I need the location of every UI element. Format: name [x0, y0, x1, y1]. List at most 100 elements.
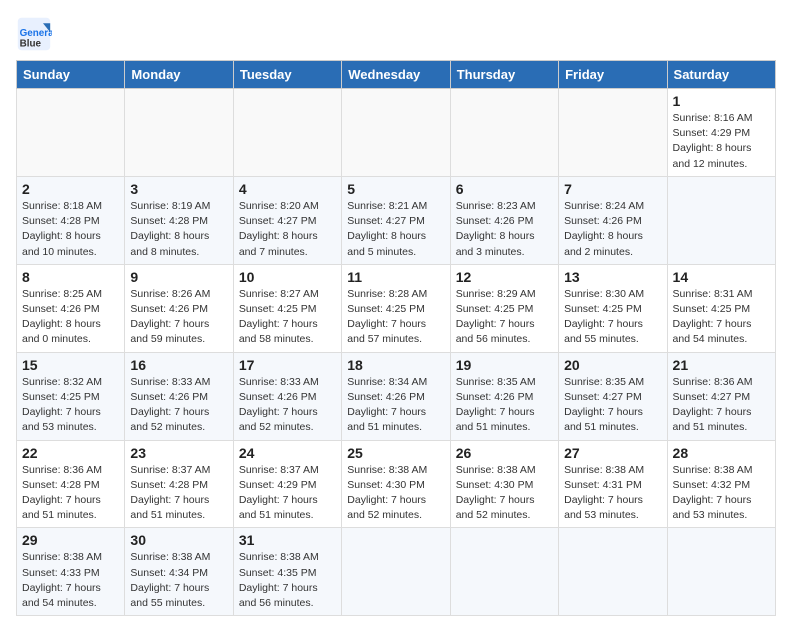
day-info: Sunrise: 8:32 AMSunset: 4:25 PMDaylight:…: [22, 375, 119, 436]
day-number: 7: [564, 181, 661, 197]
day-number: 1: [673, 93, 770, 109]
calendar-cell: 16Sunrise: 8:33 AMSunset: 4:26 PMDayligh…: [125, 352, 233, 440]
calendar-cell: 17 Sunrise: 8:33 AMSunset: 4:26 PMDayligh…: [233, 352, 341, 440]
day-info: Sunrise: 8:35 AMSunset: 4:27 PMDaylight:…: [564, 375, 661, 436]
logo-icon: General Blue: [16, 16, 52, 52]
calendar-cell: 20 Sunrise: 8:35 AMSunset: 4:27 PMDayligh…: [559, 352, 667, 440]
day-info: Sunrise: 8:25 AMSunset: 4:26 PMDaylight:…: [22, 287, 119, 348]
day-number: 25: [347, 445, 444, 461]
week-row-2: 8 Sunrise: 8:25 AMSunset: 4:26 PMDaylight…: [17, 264, 776, 352]
calendar-cell: 9 Sunrise: 8:26 AMSunset: 4:26 PMDaylight…: [125, 264, 233, 352]
calendar-cell: 19 Sunrise: 8:35 AMSunset: 4:26 PMDayligh…: [450, 352, 558, 440]
day-info: Sunrise: 8:38 AMSunset: 4:30 PMDaylight:…: [456, 463, 553, 524]
calendar-cell: 28 Sunrise: 8:38 AMSunset: 4:32 PMDayligh…: [667, 440, 775, 528]
logo: General Blue: [16, 16, 56, 52]
calendar-cell: [559, 89, 667, 177]
day-info: Sunrise: 8:29 AMSunset: 4:25 PMDaylight:…: [456, 287, 553, 348]
day-number: 17: [239, 357, 336, 373]
svg-text:Blue: Blue: [20, 39, 42, 50]
day-info: Sunrise: 8:33 AMSunset: 4:26 PMDaylight:…: [239, 375, 336, 436]
day-info: Sunrise: 8:18 AMSunset: 4:28 PMDaylight:…: [22, 199, 119, 260]
calendar-body: 1 Sunrise: 8:16 AMSunset: 4:29 PMDaylight…: [17, 89, 776, 616]
calendar-cell: 11Sunrise: 8:28 AMSunset: 4:25 PMDayligh…: [342, 264, 450, 352]
week-row-1: 2 Sunrise: 8:18 AMSunset: 4:28 PMDaylight…: [17, 176, 776, 264]
day-info: Sunrise: 8:26 AMSunset: 4:26 PMDaylight:…: [130, 287, 227, 348]
day-number: 26: [456, 445, 553, 461]
calendar-cell: 2 Sunrise: 8:18 AMSunset: 4:28 PMDaylight…: [17, 176, 125, 264]
dow-header-saturday: Saturday: [667, 61, 775, 89]
day-info: Sunrise: 8:38 AMSunset: 4:31 PMDaylight:…: [564, 463, 661, 524]
week-row-0: 1 Sunrise: 8:16 AMSunset: 4:29 PMDaylight…: [17, 89, 776, 177]
day-info: Sunrise: 8:31 AMSunset: 4:25 PMDaylight:…: [673, 287, 770, 348]
calendar-cell: 29 Sunrise: 8:38 AMSunset: 4:33 PMDayligh…: [17, 528, 125, 616]
day-number: 18: [347, 357, 444, 373]
day-number: 20: [564, 357, 661, 373]
day-number: 5: [347, 181, 444, 197]
day-number: 24: [239, 445, 336, 461]
calendar-cell: [342, 528, 450, 616]
day-info: Sunrise: 8:16 AMSunset: 4:29 PMDaylight:…: [673, 111, 770, 172]
calendar-cell: 14 Sunrise: 8:31 AMSunset: 4:25 PMDayligh…: [667, 264, 775, 352]
calendar-cell: 22 Sunrise: 8:36 AMSunset: 4:28 PMDayligh…: [17, 440, 125, 528]
day-info: Sunrise: 8:21 AMSunset: 4:27 PMDaylight:…: [347, 199, 444, 260]
calendar-cell: [667, 528, 775, 616]
day-number: 19: [456, 357, 553, 373]
day-info: Sunrise: 8:23 AMSunset: 4:26 PMDaylight:…: [456, 199, 553, 260]
calendar-cell: [450, 528, 558, 616]
calendar-cell: 1 Sunrise: 8:16 AMSunset: 4:29 PMDaylight…: [667, 89, 775, 177]
calendar-cell: 5 Sunrise: 8:21 AMSunset: 4:27 PMDaylight…: [342, 176, 450, 264]
day-number: 8: [22, 269, 119, 285]
calendar-cell: [125, 89, 233, 177]
calendar-cell: 24 Sunrise: 8:37 AMSunset: 4:29 PMDayligh…: [233, 440, 341, 528]
day-number: 29: [22, 532, 119, 548]
calendar-cell: 6 Sunrise: 8:23 AMSunset: 4:26 PMDaylight…: [450, 176, 558, 264]
calendar-cell: [17, 89, 125, 177]
day-info: Sunrise: 8:38 AMSunset: 4:33 PMDaylight:…: [22, 550, 119, 611]
day-number: 21: [673, 357, 770, 373]
day-number: 2: [22, 181, 119, 197]
day-info: Sunrise: 8:37 AMSunset: 4:28 PMDaylight:…: [130, 463, 227, 524]
day-info: Sunrise: 8:33 AMSunset: 4:26 PMDaylight:…: [130, 375, 227, 436]
day-number: 13: [564, 269, 661, 285]
calendar-cell: [342, 89, 450, 177]
day-info: Sunrise: 8:38 AMSunset: 4:35 PMDaylight:…: [239, 550, 336, 611]
day-number: 22: [22, 445, 119, 461]
day-info: Sunrise: 8:19 AMSunset: 4:28 PMDaylight:…: [130, 199, 227, 260]
day-info: Sunrise: 8:35 AMSunset: 4:26 PMDaylight:…: [456, 375, 553, 436]
day-info: Sunrise: 8:36 AMSunset: 4:27 PMDaylight:…: [673, 375, 770, 436]
day-info: Sunrise: 8:27 AMSunset: 4:25 PMDaylight:…: [239, 287, 336, 348]
day-info: Sunrise: 8:30 AMSunset: 4:25 PMDaylight:…: [564, 287, 661, 348]
calendar-cell: 8 Sunrise: 8:25 AMSunset: 4:26 PMDaylight…: [17, 264, 125, 352]
calendar-cell: 4Sunrise: 8:20 AMSunset: 4:27 PMDaylight…: [233, 176, 341, 264]
calendar-cell: 3 Sunrise: 8:19 AMSunset: 4:28 PMDaylight…: [125, 176, 233, 264]
week-row-5: 29 Sunrise: 8:38 AMSunset: 4:33 PMDayligh…: [17, 528, 776, 616]
day-number: 9: [130, 269, 227, 285]
day-number: 6: [456, 181, 553, 197]
day-number: 14: [673, 269, 770, 285]
dow-header-friday: Friday: [559, 61, 667, 89]
calendar-cell: 30Sunrise: 8:38 AMSunset: 4:34 PMDayligh…: [125, 528, 233, 616]
calendar-cell: 7Sunrise: 8:24 AMSunset: 4:26 PMDaylight…: [559, 176, 667, 264]
calendar-cell: 10Sunrise: 8:27 AMSunset: 4:25 PMDayligh…: [233, 264, 341, 352]
dow-header-thursday: Thursday: [450, 61, 558, 89]
day-number: 23: [130, 445, 227, 461]
calendar-cell: 18Sunrise: 8:34 AMSunset: 4:26 PMDayligh…: [342, 352, 450, 440]
day-info: Sunrise: 8:38 AMSunset: 4:34 PMDaylight:…: [130, 550, 227, 611]
calendar-cell: 23 Sunrise: 8:37 AMSunset: 4:28 PMDayligh…: [125, 440, 233, 528]
day-info: Sunrise: 8:36 AMSunset: 4:28 PMDaylight:…: [22, 463, 119, 524]
dow-header-tuesday: Tuesday: [233, 61, 341, 89]
day-number: 3: [130, 181, 227, 197]
day-number: 28: [673, 445, 770, 461]
day-number: 11: [347, 269, 444, 285]
dow-header-sunday: Sunday: [17, 61, 125, 89]
calendar-cell: [233, 89, 341, 177]
day-number: 15: [22, 357, 119, 373]
day-info: Sunrise: 8:38 AMSunset: 4:32 PMDaylight:…: [673, 463, 770, 524]
calendar-cell: 21 Sunrise: 8:36 AMSunset: 4:27 PMDayligh…: [667, 352, 775, 440]
day-info: Sunrise: 8:37 AMSunset: 4:29 PMDaylight:…: [239, 463, 336, 524]
days-of-week-row: SundayMondayTuesdayWednesdayThursdayFrid…: [17, 61, 776, 89]
calendar-cell: [559, 528, 667, 616]
calendar-cell: 25 Sunrise: 8:38 AMSunset: 4:30 PMDayligh…: [342, 440, 450, 528]
calendar-cell: 26 Sunrise: 8:38 AMSunset: 4:30 PMDayligh…: [450, 440, 558, 528]
day-info: Sunrise: 8:38 AMSunset: 4:30 PMDaylight:…: [347, 463, 444, 524]
